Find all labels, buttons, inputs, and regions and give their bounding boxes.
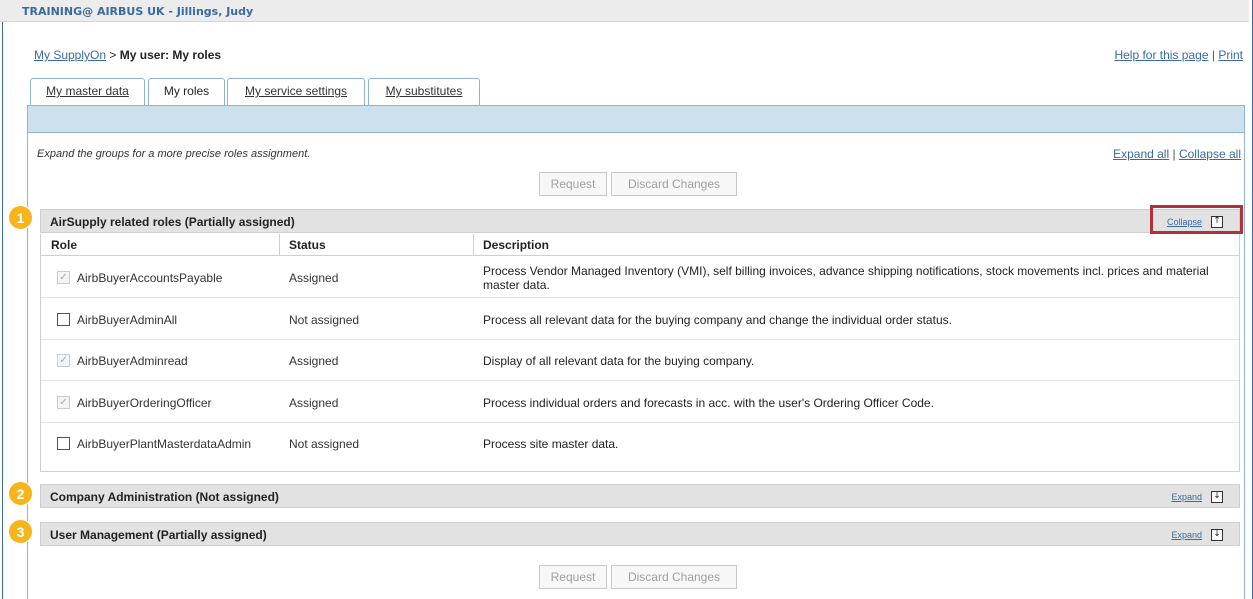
- roles-table: Role Status Description ✓ AirbBuyerAccou…: [40, 234, 1240, 472]
- expand-all-link[interactable]: Expand all: [1113, 147, 1169, 161]
- tab-label: My service settings: [244, 84, 348, 98]
- tab-label: My substitutes: [385, 84, 463, 98]
- group-action[interactable]: Expand ↓: [1171, 489, 1223, 503]
- expand-links-divider: |: [1172, 147, 1176, 161]
- role-description: Process individual orders and forecasts …: [483, 396, 934, 410]
- role-checkbox-checked[interactable]: ✓: [57, 271, 70, 284]
- step-badge-2: 2: [8, 481, 33, 506]
- role-status: Not assigned: [289, 437, 360, 451]
- breadcrumb-separator: >: [109, 48, 117, 62]
- request-button[interactable]: Request: [539, 565, 607, 589]
- table-header: Role Status Description: [41, 234, 1239, 256]
- role-checkbox-checked[interactable]: ✓: [57, 354, 70, 367]
- role-status: Not assigned: [289, 313, 360, 327]
- print-link[interactable]: Print: [1218, 48, 1243, 62]
- role-name: AirbBuyerAdminread: [77, 354, 188, 368]
- role-name: AirbBuyerAccountsPayable: [77, 271, 223, 285]
- table-row: ✓ AirbBuyerAccountsPayable Assigned Proc…: [41, 258, 1239, 298]
- breadcrumb-current: My user: My roles: [119, 48, 222, 62]
- column-divider: [473, 234, 474, 256]
- role-name: AirbBuyerPlantMasterdataAdmin: [77, 437, 252, 451]
- tab-my-substitutes[interactable]: My substitutes: [368, 78, 480, 105]
- expand-hint-text: Expand the groups for a more precise rol…: [37, 148, 311, 160]
- expand-down-icon[interactable]: ↓: [1211, 490, 1223, 503]
- role-name: AirbBuyerOrderingOfficer: [77, 396, 212, 410]
- header-status: Status: [289, 238, 326, 252]
- table-row: AirbBuyerPlantMasterdataAdmin Not assign…: [41, 424, 1239, 464]
- role-checkbox[interactable]: [57, 437, 70, 450]
- header-description: Description: [483, 238, 550, 252]
- group-action[interactable]: Expand ↓: [1171, 527, 1223, 541]
- group-title: User Management (Partially assigned): [50, 528, 267, 542]
- expand-link[interactable]: Expand: [1171, 492, 1202, 502]
- breadcrumb-link-mysupplyon[interactable]: My SupplyOn: [34, 48, 106, 62]
- top-links: Help for this page | Print: [1114, 48, 1243, 62]
- role-description: Process all relevant data for the buying…: [483, 313, 952, 327]
- step-badge-3: 3: [8, 519, 33, 544]
- expand-down-icon[interactable]: ↓: [1211, 528, 1223, 541]
- role-checkbox[interactable]: [57, 313, 70, 326]
- group-airsupply-roles[interactable]: AirSupply related roles (Partially assig…: [40, 209, 1240, 233]
- tab-my-roles[interactable]: My roles: [148, 78, 225, 106]
- collapse-highlight-box: [1150, 205, 1243, 234]
- tab-my-service-settings[interactable]: My service settings: [227, 78, 365, 105]
- role-status: Assigned: [289, 396, 339, 410]
- group-title: Company Administration (Not assigned): [50, 490, 279, 504]
- header-role: Role: [51, 238, 78, 252]
- breadcrumb: My SupplyOn > My user: My roles: [34, 48, 221, 62]
- role-checkbox-checked[interactable]: ✓: [57, 396, 70, 409]
- expand-link[interactable]: Expand: [1171, 530, 1202, 540]
- group-user-management[interactable]: User Management (Partially assigned) Exp…: [40, 522, 1240, 546]
- help-link[interactable]: Help for this page: [1114, 48, 1208, 62]
- role-description: Display of all relevant data for the buy…: [483, 354, 755, 368]
- role-description: Process site master data.: [483, 437, 619, 451]
- role-status: Assigned: [289, 354, 339, 368]
- role-name: AirbBuyerAdminAll: [77, 313, 178, 327]
- discard-changes-button[interactable]: Discard Changes: [611, 172, 737, 196]
- role-status: Assigned: [289, 271, 339, 285]
- step-badge-1: 1: [8, 205, 33, 230]
- expand-collapse-links: Expand all | Collapse all: [1113, 147, 1241, 161]
- tab-my-master-data[interactable]: My master data: [30, 78, 145, 105]
- column-divider: [279, 234, 280, 256]
- top-links-divider: |: [1211, 48, 1215, 62]
- tab-label: My roles: [163, 84, 210, 98]
- group-company-administration[interactable]: Company Administration (Not assigned) Ex…: [40, 484, 1240, 508]
- table-row: AirbBuyerAdminAll Not assigned Process a…: [41, 300, 1239, 340]
- table-row: ✓ AirbBuyerOrderingOfficer Assigned Proc…: [41, 383, 1239, 423]
- collapse-all-link[interactable]: Collapse all: [1179, 147, 1241, 161]
- request-button[interactable]: Request: [539, 172, 607, 196]
- role-description: Process Vendor Managed Inventory (VMI), …: [483, 264, 1209, 292]
- group-title: AirSupply related roles (Partially assig…: [50, 215, 295, 229]
- app-title: TRAINING@ AIRBUS UK - Jillings, Judy: [22, 5, 254, 18]
- tab-content-header: [27, 105, 1245, 133]
- tab-label: My master data: [46, 84, 129, 98]
- title-bar: TRAINING@ AIRBUS UK - Jillings, Judy: [0, 0, 1249, 22]
- discard-changes-button[interactable]: Discard Changes: [611, 565, 737, 589]
- table-row: ✓ AirbBuyerAdminread Assigned Display of…: [41, 341, 1239, 381]
